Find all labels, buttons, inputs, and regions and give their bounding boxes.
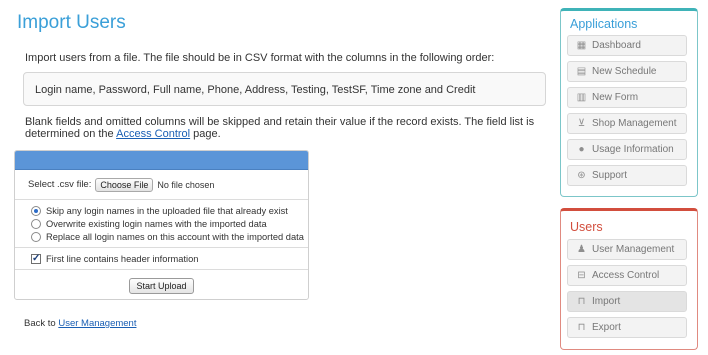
back-prefix: Back to [24,318,59,329]
radio-skip-existing[interactable]: Skip any login names in the uploaded fil… [31,204,308,217]
file-select-row: Select .csv file: Choose File No file ch… [15,170,308,200]
sidebar-item-new-form[interactable]: ▥ New Form [567,87,687,108]
upload-panel: Select .csv file: Choose File No file ch… [14,150,309,300]
grid-icon: ▦ [576,40,587,51]
sidebar-item-label: New Schedule [592,66,657,77]
inbox-import-icon: ⊓ [577,296,586,307]
sidebar-item-shop-management[interactable]: ⊻ Shop Management [567,113,687,134]
radio-replace-all[interactable]: Replace all login names on this account … [31,230,308,243]
lock-icon: ⊟ [577,270,586,281]
lifebuoy-icon: ⊛ [577,170,586,181]
radio-label: Skip any login names in the uploaded fil… [46,205,288,216]
header-line-label: First line contains header information [46,253,199,264]
sidebar-item-label: Shop Management [592,118,677,129]
intro-text: Import users from a file. The file shoul… [25,52,495,64]
radio-label: Overwrite existing login names with the … [46,218,267,229]
applications-title: Applications [570,17,638,31]
sidebar-item-import[interactable]: ⊓ Import [567,291,687,312]
blank-fields-note: Blank fields and omitted columns will be… [25,116,547,140]
access-control-link[interactable]: Access Control [116,128,190,140]
users-panel: Users ♟ User Management ⊟ Access Control… [560,208,698,350]
start-upload-row: Start Upload [15,270,308,294]
sidebar-item-new-schedule[interactable]: ▤ New Schedule [567,61,687,82]
choose-file-button[interactable]: Choose File [95,177,154,192]
sidebar-item-label: Dashboard [592,40,641,51]
header-line-checkbox[interactable]: ✓ [31,253,41,264]
sidebar-item-export[interactable]: ⊓ Export [567,317,687,338]
cart-icon: ⊻ [577,118,586,129]
import-mode-options: Skip any login names in the uploaded fil… [15,200,308,248]
sidebar-item-label: Export [592,322,621,333]
sidebar-item-usage-information[interactable]: ● Usage Information [567,139,687,160]
sidebar-item-access-control[interactable]: ⊟ Access Control [567,265,687,286]
user-icon: ♟ [577,244,586,255]
sidebar-item-label: New Form [592,92,639,103]
info-icon: ● [578,144,585,155]
sidebar-item-user-management[interactable]: ♟ User Management [567,239,687,260]
back-link-row: Back to User Management [24,318,136,329]
file-select-label: Select .csv file: [28,179,92,190]
form-icon: ▥ [576,92,587,103]
page-title: Import Users [17,12,126,33]
sidebar-item-label: Support [592,170,628,181]
sidebar-item-label: Access Control [592,270,660,281]
radio-button[interactable] [31,231,41,242]
inbox-export-icon: ⊓ [577,322,586,333]
blank-note-suffix: page. [190,128,221,140]
calendar-icon: ▤ [576,66,587,77]
start-upload-button[interactable]: Start Upload [129,278,194,294]
csv-columns-box: Login name, Password, Full name, Phone, … [23,72,546,106]
user-management-link[interactable]: User Management [58,318,136,329]
sidebar-item-label: Usage Information [592,144,674,155]
radio-button[interactable] [31,205,41,216]
blank-note-text: Blank fields and omitted columns will be… [25,116,535,140]
sidebar-item-label: User Management [592,244,675,255]
sidebar-item-support[interactable]: ⊛ Support [567,165,687,186]
sidebar-item-dashboard[interactable]: ▦ Dashboard [567,35,687,56]
radio-overwrite-existing[interactable]: Overwrite existing login names with the … [31,217,308,230]
applications-panel: Applications ▦ Dashboard ▤ New Schedule … [560,8,698,197]
users-title: Users [570,220,603,234]
sidebar-item-label: Import [592,296,621,307]
header-line-checkbox-row[interactable]: ✓ First line contains header information [15,248,308,270]
upload-panel-header [15,151,308,170]
radio-button[interactable] [31,218,41,229]
file-status: No file chosen [157,179,215,190]
csv-columns-text: Login name, Password, Full name, Phone, … [35,84,476,96]
radio-label: Replace all login names on this account … [46,231,304,242]
